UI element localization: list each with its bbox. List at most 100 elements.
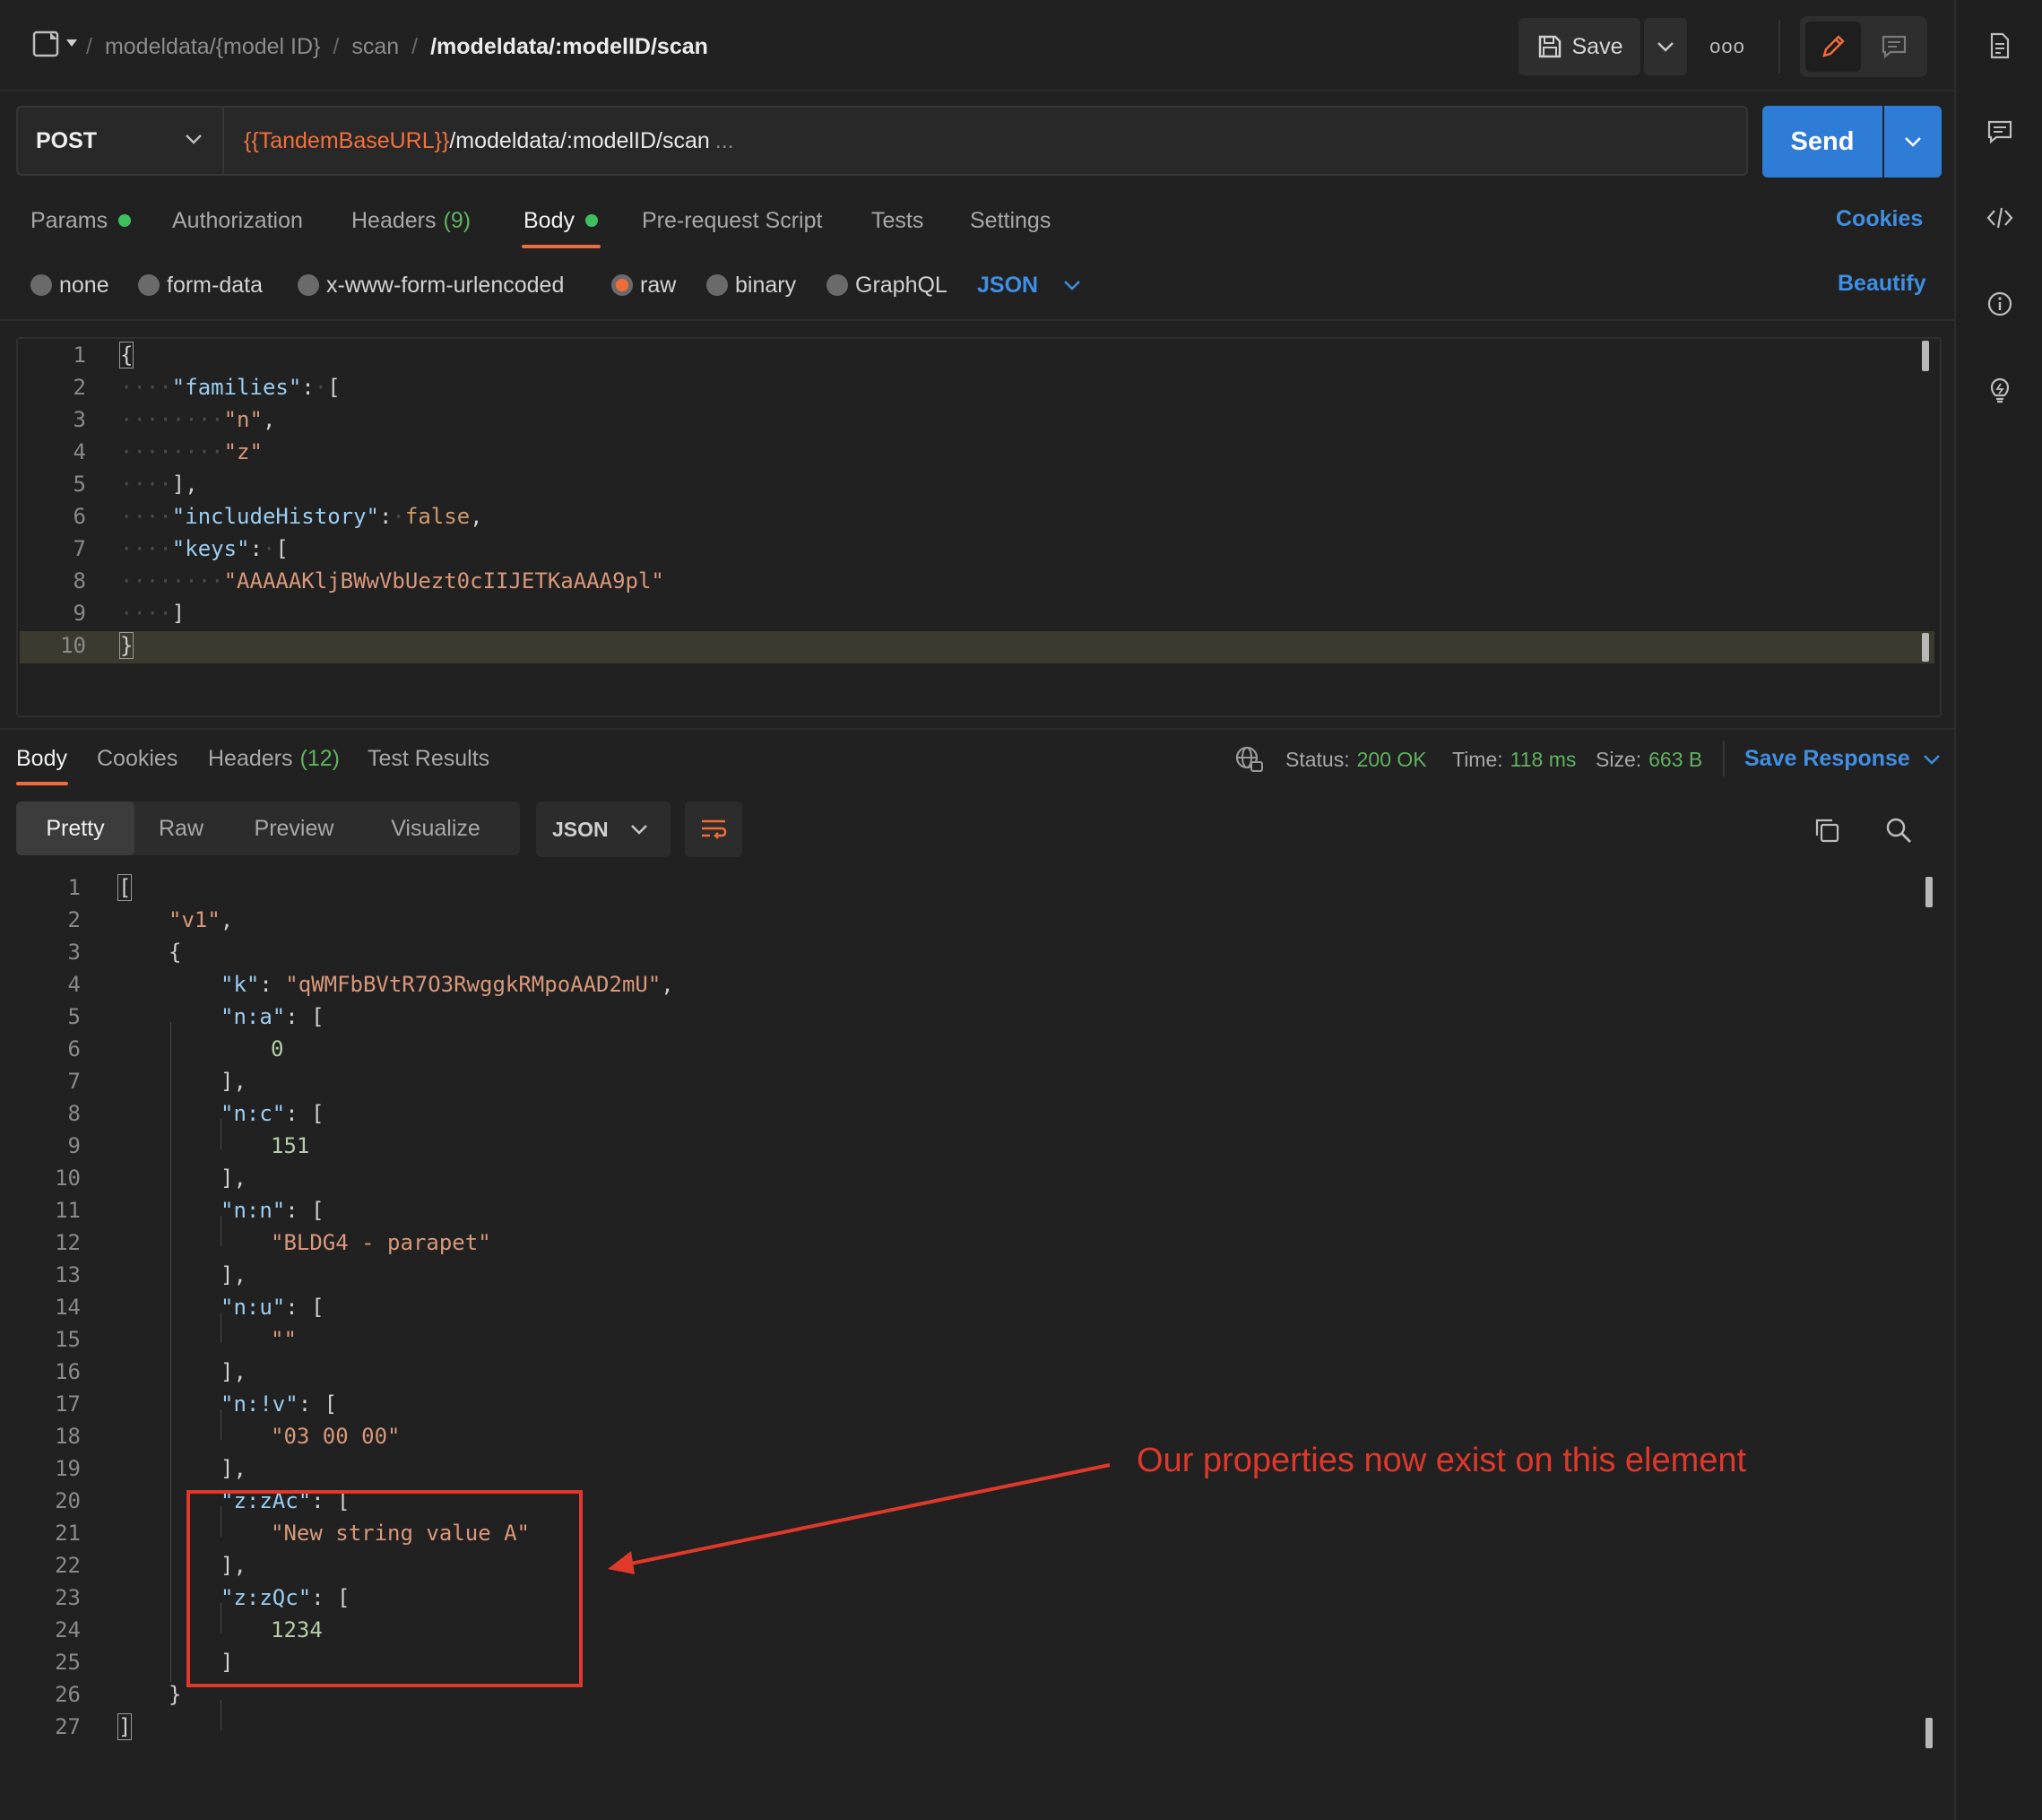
radio-graphql[interactable]: GraphQL	[826, 269, 947, 301]
send-button[interactable]: Send	[1762, 106, 1882, 178]
mode-toggle	[1800, 16, 1927, 77]
json-key: "includeHistory"	[171, 504, 379, 529]
line-number: 11	[55, 1198, 81, 1223]
line-number: 19	[55, 1456, 81, 1481]
code-line: "n:a": [	[221, 1004, 324, 1029]
response-scrollbar[interactable]	[1925, 877, 1933, 907]
radio-label: GraphQL	[855, 272, 947, 298]
radio-none[interactable]: none	[30, 269, 109, 301]
tab-tests[interactable]: Tests	[871, 203, 923, 238]
editor-scrollbar[interactable]	[1922, 341, 1929, 371]
code-line: ],	[221, 1166, 247, 1191]
response-scrollbar-thumb[interactable]	[1925, 1718, 1933, 1748]
response-tab-cookies[interactable]: Cookies	[97, 742, 177, 775]
url-input[interactable]: {{TandemBaseURL}} /modeldata/:modelID/sc…	[222, 106, 1748, 176]
json-string: "z"	[223, 439, 263, 464]
code-line: ],	[221, 1262, 247, 1287]
json-string: "03 00 00"	[271, 1424, 401, 1449]
code-line: }	[118, 632, 134, 659]
code-line: ····"keys":·[	[120, 536, 289, 561]
line-number: 16	[55, 1359, 81, 1384]
section-divider	[0, 319, 1954, 321]
line-number: 6	[67, 1036, 81, 1062]
network-globe-icon[interactable]	[1233, 744, 1264, 775]
collection-icon[interactable]	[32, 29, 79, 61]
response-format-label: JSON	[552, 817, 609, 841]
line-number: 3	[67, 940, 81, 965]
breadcrumb-item-scan[interactable]: scan	[351, 34, 399, 60]
tab-settings[interactable]: Settings	[970, 203, 1051, 238]
save-response-button[interactable]: Save Response	[1744, 746, 1941, 772]
code-line: ····],	[120, 472, 198, 497]
radio-raw[interactable]: raw	[611, 269, 676, 301]
current-line-highlight	[20, 631, 1934, 663]
tab-label: Body	[16, 745, 67, 771]
send-options-button[interactable]	[1884, 106, 1942, 178]
request-name[interactable]: /modeldata/:modelID/scan	[430, 34, 708, 60]
code-line: "n:u": [	[221, 1295, 324, 1320]
tab-authorization[interactable]: Authorization	[172, 203, 303, 238]
chevron-down-icon	[1905, 137, 1921, 147]
radio-x-www-form-urlencoded[interactable]: x-www-form-urlencoded	[298, 269, 564, 301]
line-number: 5	[73, 472, 86, 497]
chevron-down-icon	[1064, 281, 1080, 290]
edit-mode-button[interactable]	[1805, 22, 1861, 72]
json-key: "k"	[221, 972, 260, 997]
response-tab-test-results[interactable]: Test Results	[368, 742, 489, 775]
view-tab-visualize[interactable]: Visualize	[364, 802, 507, 855]
json-string: "BLDG4 - parapet"	[271, 1230, 491, 1255]
response-tab-body[interactable]: Body	[16, 742, 67, 775]
radio-form-data[interactable]: form-data	[138, 269, 263, 301]
breadcrumb-item-model[interactable]: modeldata/{model ID}	[105, 34, 320, 60]
json-key: "n:!v"	[221, 1391, 299, 1417]
wrap-lines-button[interactable]	[685, 802, 742, 857]
editor-scrollbar-thumb[interactable]	[1922, 633, 1929, 662]
copy-icon	[1815, 819, 1839, 843]
response-size: Size: 663 B	[1596, 744, 1702, 775]
radio-label: none	[59, 272, 109, 298]
code-line: ],	[221, 1456, 247, 1481]
tab-params[interactable]: Params	[30, 203, 132, 238]
radio-binary[interactable]: binary	[706, 269, 796, 301]
json-string: ""	[271, 1327, 297, 1352]
body-format-select[interactable]: JSON	[977, 269, 1081, 301]
tab-headers[interactable]: Headers (9)	[351, 203, 471, 238]
info-button[interactable]	[1979, 283, 2020, 325]
code-line: ········"n",	[120, 407, 276, 432]
view-tab-preview[interactable]: Preview	[235, 802, 353, 855]
save-button[interactable]: Save	[1519, 18, 1640, 75]
breadcrumb-separator: /	[333, 33, 340, 59]
code-line: }	[169, 1682, 182, 1707]
comment-mode-button[interactable]	[1866, 22, 1922, 72]
response-format-select[interactable]: JSON	[536, 802, 671, 857]
view-tab-raw[interactable]: Raw	[138, 802, 224, 855]
tab-body[interactable]: Body	[523, 203, 598, 238]
annotation-text: Our properties now exist on this element	[1137, 1442, 1747, 1479]
code-line: "k": "qWMFbBVtR7O3RwggkRMpoAAD2mU",	[221, 972, 674, 997]
documentation-button[interactable]	[1979, 25, 2020, 66]
search-response-button[interactable]	[1877, 809, 1920, 852]
cookies-link[interactable]: Cookies	[1836, 206, 1923, 232]
more-options-button[interactable]: ooo	[1705, 25, 1750, 68]
suggestions-button[interactable]	[1979, 369, 2020, 411]
code-line: {	[118, 342, 134, 368]
response-tab-headers[interactable]: Headers (12)	[208, 742, 340, 775]
save-options-button[interactable]	[1644, 18, 1687, 75]
response-view-tabs: Pretty Raw Preview Visualize	[16, 802, 520, 855]
comments-button[interactable]	[1979, 111, 2020, 152]
tab-label: Settings	[970, 207, 1051, 233]
copy-response-button[interactable]	[1805, 809, 1848, 852]
view-tab-pretty[interactable]: Pretty	[16, 802, 134, 855]
json-boolean: false	[404, 504, 471, 529]
beautify-link[interactable]: Beautify	[1838, 271, 1926, 297]
comment-icon	[1882, 35, 1907, 59]
line-number: 7	[73, 536, 86, 561]
pencil-icon	[1822, 35, 1845, 57]
method-select[interactable]: POST	[16, 106, 222, 176]
radio-label: x-www-form-urlencoded	[326, 272, 565, 298]
save-label: Save	[1571, 33, 1623, 59]
json-key: "n:u"	[221, 1295, 286, 1320]
request-body-editor[interactable]: 1 2 3 4 5 6 7 8 9 10 { ····"families":·[…	[16, 337, 1942, 717]
code-snippet-button[interactable]	[1979, 197, 2020, 238]
tab-pre-request-script[interactable]: Pre-request Script	[642, 203, 822, 238]
